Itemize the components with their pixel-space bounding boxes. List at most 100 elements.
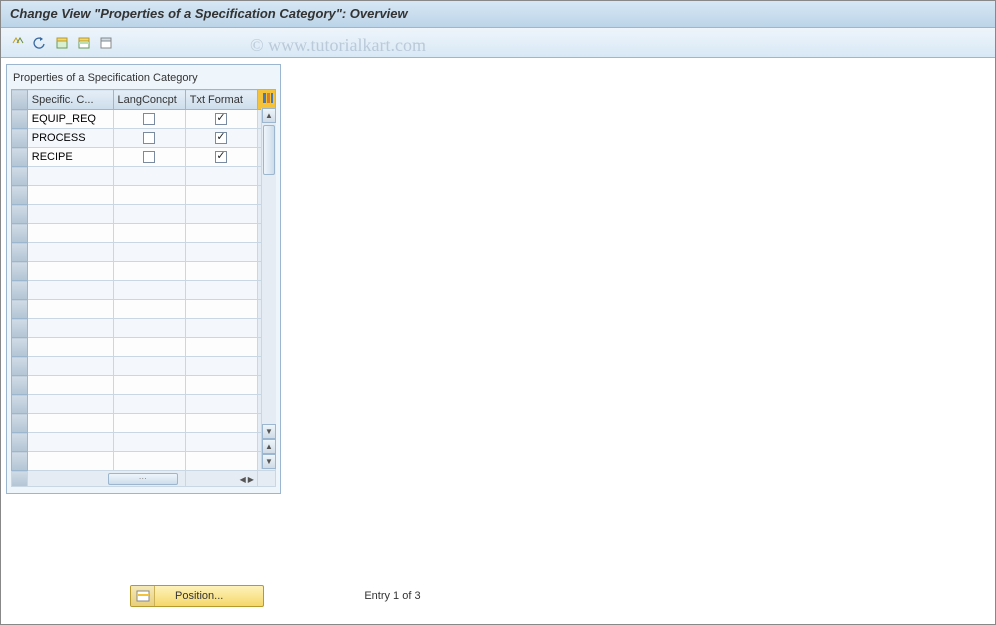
- empty-cell[interactable]: [185, 395, 257, 414]
- empty-cell[interactable]: [27, 338, 113, 357]
- empty-cell[interactable]: [27, 376, 113, 395]
- empty-cell[interactable]: [185, 262, 257, 281]
- row-selector[interactable]: [12, 338, 28, 357]
- deselect-icon[interactable]: [96, 33, 116, 53]
- checkbox[interactable]: [143, 151, 155, 163]
- empty-cell[interactable]: [113, 300, 185, 319]
- h-scroll-track[interactable]: ⋯: [27, 471, 185, 487]
- row-selector[interactable]: [12, 414, 28, 433]
- table-settings-icon[interactable]: [257, 90, 275, 110]
- scroll-down-icon[interactable]: ▼: [262, 424, 276, 439]
- empty-cell[interactable]: [113, 281, 185, 300]
- empty-cell[interactable]: [27, 224, 113, 243]
- empty-cell[interactable]: [27, 167, 113, 186]
- lang-cell[interactable]: [113, 148, 185, 167]
- spec-cell[interactable]: RECIPE: [27, 148, 113, 167]
- empty-cell[interactable]: [185, 281, 257, 300]
- empty-cell[interactable]: [27, 243, 113, 262]
- undo-icon[interactable]: [30, 33, 50, 53]
- row-selector[interactable]: [12, 319, 28, 338]
- empty-cell[interactable]: [185, 452, 257, 471]
- horizontal-scrollbar[interactable]: ⋯ ◀▶: [12, 471, 276, 487]
- empty-cell[interactable]: [113, 167, 185, 186]
- row-selector[interactable]: [12, 243, 28, 262]
- empty-cell[interactable]: [113, 205, 185, 224]
- row-selector[interactable]: [12, 452, 28, 471]
- row-selector[interactable]: [12, 186, 28, 205]
- empty-cell[interactable]: [185, 433, 257, 452]
- scroll-bottom-icon[interactable]: ▲: [262, 439, 276, 454]
- col-specific[interactable]: Specific. C...: [27, 90, 113, 110]
- empty-cell[interactable]: [185, 319, 257, 338]
- checkbox[interactable]: [143, 132, 155, 144]
- empty-cell[interactable]: [185, 167, 257, 186]
- empty-cell[interactable]: [185, 338, 257, 357]
- checkbox[interactable]: [143, 113, 155, 125]
- empty-cell[interactable]: [27, 205, 113, 224]
- empty-cell[interactable]: [27, 357, 113, 376]
- empty-cell[interactable]: [113, 376, 185, 395]
- row-selector[interactable]: [12, 148, 28, 167]
- row-selector[interactable]: [12, 395, 28, 414]
- empty-cell[interactable]: [113, 186, 185, 205]
- empty-cell[interactable]: [185, 205, 257, 224]
- empty-cell[interactable]: [27, 319, 113, 338]
- empty-cell[interactable]: [27, 186, 113, 205]
- empty-cell[interactable]: [185, 357, 257, 376]
- scroll-up-icon[interactable]: ▲: [262, 108, 276, 123]
- row-selector-header[interactable]: [12, 90, 28, 110]
- row-selector[interactable]: [12, 281, 28, 300]
- col-langconcpt[interactable]: LangConcpt: [113, 90, 185, 110]
- spec-cell[interactable]: EQUIP_REQ: [27, 110, 113, 129]
- empty-cell[interactable]: [27, 414, 113, 433]
- h-scroll-thumb[interactable]: ⋯: [108, 473, 178, 485]
- empty-cell[interactable]: [185, 186, 257, 205]
- empty-cell[interactable]: [185, 300, 257, 319]
- row-selector[interactable]: [12, 167, 28, 186]
- txt-cell[interactable]: [185, 148, 257, 167]
- row-selector[interactable]: [12, 129, 28, 148]
- empty-cell[interactable]: [27, 281, 113, 300]
- row-selector[interactable]: [12, 376, 28, 395]
- empty-cell[interactable]: [113, 357, 185, 376]
- empty-cell[interactable]: [113, 338, 185, 357]
- empty-cell[interactable]: [27, 300, 113, 319]
- empty-cell[interactable]: [185, 243, 257, 262]
- scroll-thumb[interactable]: [263, 125, 275, 175]
- row-selector[interactable]: [12, 110, 28, 129]
- row-selector[interactable]: [12, 205, 28, 224]
- txt-cell[interactable]: [185, 129, 257, 148]
- spec-cell[interactable]: PROCESS: [27, 129, 113, 148]
- empty-cell[interactable]: [113, 433, 185, 452]
- scroll-track[interactable]: [262, 123, 276, 424]
- checkbox[interactable]: [215, 151, 227, 163]
- col-txtformat[interactable]: Txt Format: [185, 90, 257, 110]
- position-button[interactable]: Position...: [130, 585, 264, 607]
- checkbox[interactable]: [215, 113, 227, 125]
- empty-cell[interactable]: [27, 433, 113, 452]
- checkbox[interactable]: [215, 132, 227, 144]
- empty-cell[interactable]: [113, 262, 185, 281]
- empty-cell[interactable]: [27, 452, 113, 471]
- empty-cell[interactable]: [185, 376, 257, 395]
- row-selector[interactable]: [12, 300, 28, 319]
- row-selector[interactable]: [12, 433, 28, 452]
- scroll-right-icon[interactable]: ▶: [247, 475, 255, 484]
- empty-cell[interactable]: [113, 414, 185, 433]
- edit-icon[interactable]: [8, 33, 28, 53]
- row-selector[interactable]: [12, 224, 28, 243]
- lang-cell[interactable]: [113, 110, 185, 129]
- scroll-bottom2-icon[interactable]: ▼: [262, 454, 276, 469]
- txt-cell[interactable]: [185, 110, 257, 129]
- lang-cell[interactable]: [113, 129, 185, 148]
- empty-cell[interactable]: [113, 395, 185, 414]
- vertical-scrollbar[interactable]: ▲ ▼ ▲ ▼: [261, 108, 276, 469]
- empty-cell[interactable]: [27, 262, 113, 281]
- empty-cell[interactable]: [27, 395, 113, 414]
- empty-cell[interactable]: [113, 243, 185, 262]
- scroll-left-icon[interactable]: ◀: [239, 475, 247, 484]
- empty-cell[interactable]: [113, 224, 185, 243]
- select-all-icon[interactable]: [52, 33, 72, 53]
- empty-cell[interactable]: [113, 452, 185, 471]
- row-selector[interactable]: [12, 357, 28, 376]
